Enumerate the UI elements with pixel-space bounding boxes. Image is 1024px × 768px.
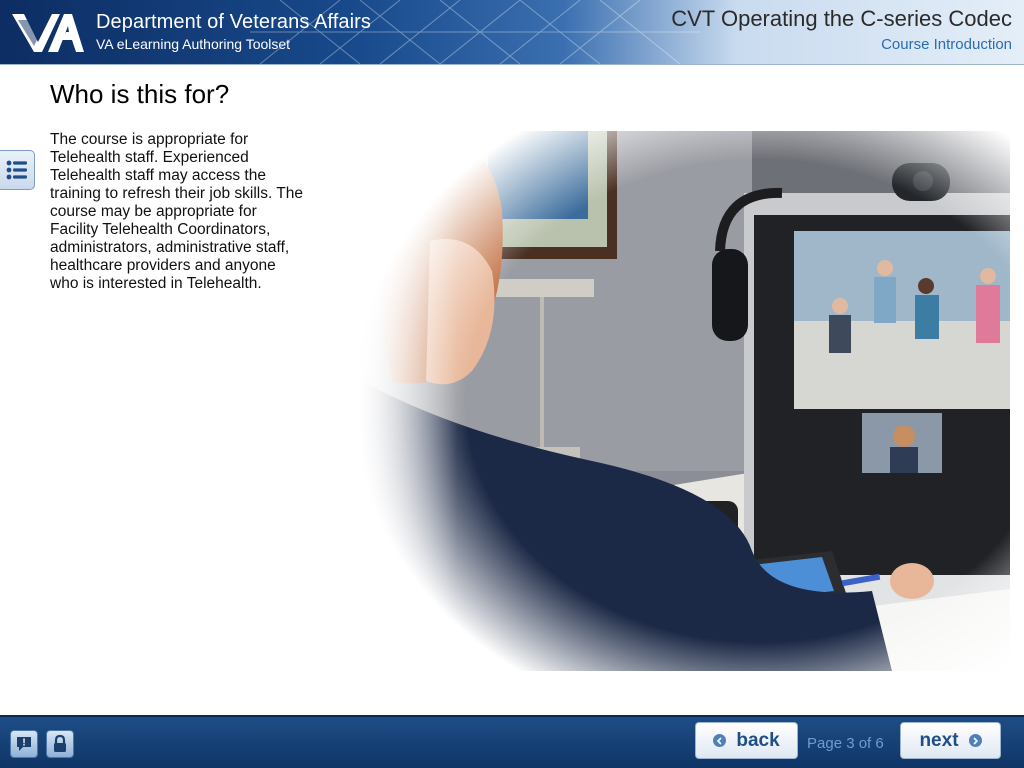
telehealth-photo (352, 131, 1010, 671)
course-section-label: Course Introduction (881, 36, 1012, 53)
lock-button[interactable] (46, 730, 74, 758)
organization-title: Department of Veterans Affairs (96, 11, 372, 33)
back-button-label: back (736, 729, 780, 751)
lock-icon (54, 734, 66, 752)
va-logo (12, 14, 84, 52)
menu-button[interactable] (0, 150, 35, 190)
page-title: Who is this for? (50, 79, 230, 109)
course-header: Department of Veterans Affairs VA eLearn… (0, 0, 1024, 64)
chevron-left-icon (713, 734, 727, 747)
svg-text:!: ! (22, 738, 25, 749)
help-button[interactable]: ! (10, 730, 38, 758)
list-icon (6, 160, 27, 180)
course-audience-text: The course is appropriate for Telehealth… (50, 131, 303, 292)
back-button[interactable]: back (695, 722, 798, 759)
next-button-label: next (919, 729, 959, 751)
organization-subtitle: VA eLearning Authoring Toolset (96, 36, 291, 52)
page-indicator: Page 3 of 6 (807, 735, 884, 752)
header-divider (0, 64, 1024, 65)
course-title: CVT Operating the C-series Codec (671, 6, 1012, 31)
chevron-right-icon (968, 734, 982, 747)
help-icon: ! (17, 737, 31, 751)
navigation-footer: ! back Page 3 of 6 next (0, 715, 1024, 768)
next-button[interactable]: next (900, 722, 1001, 759)
